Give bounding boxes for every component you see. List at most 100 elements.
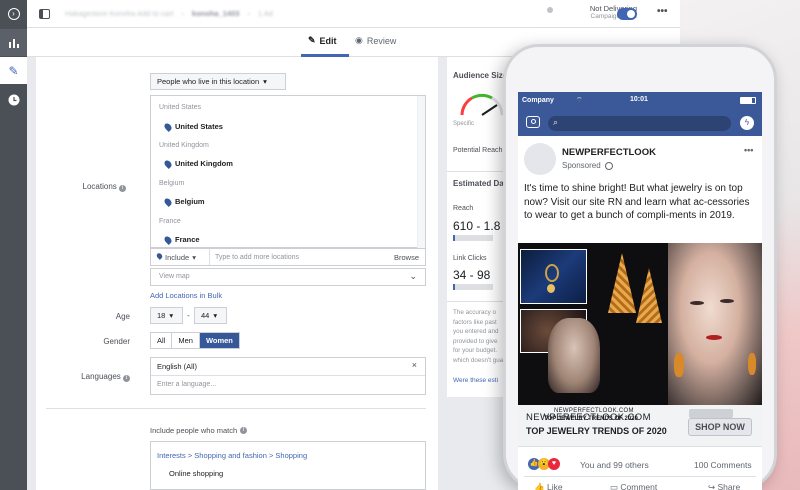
share-button[interactable]: ↪ Share	[708, 482, 740, 490]
chevron-down-icon: ⌄	[409, 271, 417, 281]
fb-search-input[interactable]: ⌕	[548, 116, 731, 131]
info-icon: i	[123, 375, 130, 382]
page-name[interactable]: NEWPERFECTLOOK	[562, 147, 656, 158]
fb-header: ⌕ ϟ	[518, 110, 762, 136]
location-input-row: Include ▾ Type to add more locations Brow…	[150, 248, 426, 266]
interest-path[interactable]: Interests > Shopping and fashion > Shopp…	[157, 451, 307, 460]
post-menu-icon[interactable]: •••	[744, 145, 753, 155]
avatar[interactable]	[524, 143, 556, 175]
language-token: English (All)	[157, 362, 198, 371]
pencil-icon[interactable]: ✎	[0, 57, 27, 84]
age-max-dropdown[interactable]: 44 ▾	[194, 307, 227, 324]
location-item[interactable]: United Kingdom	[163, 158, 233, 169]
post-text: It's time to shine bright! But what jewe…	[524, 183, 750, 221]
languages-label: Languages i	[20, 372, 130, 382]
gender-women-button[interactable]: Women	[199, 333, 239, 348]
browse-button[interactable]: Browse	[394, 253, 419, 262]
left-rail: › ✎	[0, 0, 27, 490]
status-bar: Company ⌔ 10:01	[518, 92, 762, 110]
camera-icon[interactable]	[526, 116, 540, 128]
locations-label: Locations i	[16, 182, 126, 192]
cta-button-shadow	[689, 409, 733, 418]
pin-icon	[163, 158, 173, 169]
clicks-progress	[453, 284, 493, 290]
tab-edit[interactable]: ✎ Edit	[308, 35, 337, 46]
location-item[interactable]: Belgium	[163, 196, 205, 207]
add-locations-bulk-link[interactable]: Add Locations in Bulk	[150, 291, 222, 300]
clock-icon[interactable]	[0, 86, 27, 113]
top-bar: Hakagestore Konoha Add to cart › konoha_…	[27, 0, 680, 28]
gender-selector: All Men Women	[150, 332, 240, 349]
breadcrumb-adset[interactable]: konoha_1403	[192, 9, 240, 18]
divider	[524, 476, 756, 477]
clicks-progress-fill	[453, 284, 455, 290]
age-min-dropdown[interactable]: 18 ▾	[150, 307, 183, 324]
breadcrumb-ad[interactable]: 1 Ad	[258, 9, 273, 18]
gender-all-button[interactable]: All	[151, 333, 173, 348]
ad-image[interactable]	[518, 243, 762, 405]
battery-icon	[740, 97, 756, 104]
necklace-photo	[520, 249, 587, 304]
love-reaction-icon: ♥	[548, 458, 560, 470]
pencil-icon: ✎	[308, 35, 316, 45]
tab-review[interactable]: ◉ Review	[355, 35, 396, 46]
gender-men-button[interactable]: Men	[172, 333, 200, 348]
comments-count[interactable]: 100 Comments	[694, 460, 752, 470]
location-item[interactable]: United States	[163, 121, 223, 132]
location-group-label: Belgium	[159, 180, 185, 187]
messenger-icon[interactable]: ϟ	[740, 116, 754, 130]
detailed-targeting-box: Interests > Shopping and fashion > Shopp…	[150, 441, 426, 490]
location-group-label: United Kingdom	[159, 142, 209, 149]
location-item[interactable]: France	[163, 234, 200, 245]
location-type-dropdown[interactable]: People who live in this location ▾	[150, 73, 286, 90]
location-search-input[interactable]: Type to add more locations	[215, 254, 299, 261]
like-button[interactable]: 👍 Like	[534, 482, 563, 490]
interest-item[interactable]: Online shopping	[169, 469, 223, 478]
include-dropdown[interactable]: Include ▾	[155, 252, 196, 262]
link-preview[interactable]: NEWPERFECTLOOK.COM TOP JEWELRY TRENDS OF…	[518, 405, 762, 447]
scrollbar[interactable]	[417, 96, 425, 249]
audience-size-title: Audience Size	[453, 71, 508, 80]
sponsored-label: Sponsored	[562, 161, 613, 170]
include-match-label: Include people who match i	[150, 426, 248, 435]
location-group-label: United States	[159, 104, 202, 111]
gauge-specific-label: Specific	[453, 121, 475, 127]
shop-now-button[interactable]: SHOP NOW	[688, 418, 752, 436]
reactions-count[interactable]: You and 99 others	[580, 460, 649, 470]
info-icon: i	[119, 185, 126, 192]
location-group-label: France	[159, 218, 181, 225]
view-map-row[interactable]: View map ⌄	[150, 268, 426, 286]
wifi-icon: ⌔	[576, 97, 583, 104]
feedback-link[interactable]: Were these esti	[453, 377, 498, 384]
locations-list: United States United States United Kingd…	[150, 95, 426, 249]
more-icon[interactable]: •••	[657, 6, 668, 17]
age-label: Age	[115, 312, 130, 321]
phone-screen: Company ⌔ 10:01 ⌕ ϟ NEWPERFECTLOOK Spons…	[518, 92, 762, 490]
campaign-toggle[interactable]	[617, 8, 637, 20]
divider	[46, 408, 426, 409]
link-url: NEWPERFECTLOOK.COM	[526, 412, 651, 423]
link-clicks-value: 34 - 98	[453, 268, 491, 282]
comment-button[interactable]: ▭ Comment	[610, 482, 657, 490]
reach-progress	[453, 235, 493, 241]
carrier-label: Company	[522, 97, 554, 104]
caret-down-icon: ▾	[263, 77, 267, 86]
pin-icon	[163, 121, 173, 132]
panel-toggle-icon[interactable]	[39, 9, 50, 19]
reach-value: 610 - 1.8	[453, 219, 501, 233]
breadcrumb-campaign[interactable]: Hakagestore Konoha Add to cart	[65, 9, 173, 18]
reach-progress-fill	[453, 235, 455, 241]
comment-icon: ▭	[610, 482, 619, 490]
eye-icon: ◉	[355, 35, 363, 45]
clock-label: 10:01	[630, 96, 648, 103]
audience-gauge	[460, 93, 504, 116]
link-title: TOP JEWELRY TRENDS OF 2020	[526, 426, 667, 436]
language-input[interactable]: Enter a language...	[157, 381, 216, 388]
pin-icon	[163, 234, 173, 245]
chart-icon[interactable]	[0, 29, 27, 56]
close-icon[interactable]: ×	[412, 360, 417, 370]
globe-icon	[604, 161, 613, 170]
expand-icon[interactable]: ›	[0, 0, 27, 27]
earring-graphic	[608, 253, 636, 313]
reaction-icons[interactable]: 👍 😮 ♥	[528, 458, 560, 470]
